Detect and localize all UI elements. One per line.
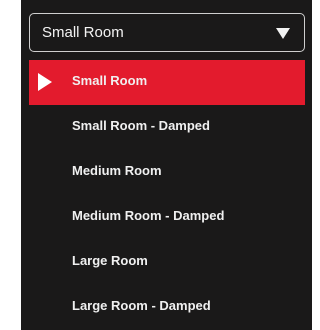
option-small-room[interactable]: Small Room [29, 60, 305, 105]
option-label: Small Room - Damped [72, 118, 210, 133]
option-large-room-damped[interactable]: Large Room - Damped [29, 285, 305, 330]
room-select[interactable]: Small Room [29, 13, 305, 52]
option-label: Medium Room [72, 163, 162, 178]
selected-arrow-icon [38, 73, 52, 91]
selected-value: Small Room [42, 24, 124, 41]
option-small-room-damped[interactable]: Small Room - Damped [29, 105, 305, 150]
option-label: Large Room - Damped [72, 298, 211, 313]
option-label: Small Room [72, 73, 148, 88]
option-large-room[interactable]: Large Room [29, 240, 305, 285]
chevron-down-icon[interactable] [276, 28, 290, 39]
option-label: Large Room [72, 253, 148, 268]
option-label: Medium Room - Damped [72, 208, 225, 223]
option-medium-room-damped[interactable]: Medium Room - Damped [29, 195, 305, 240]
room-options-list: Small Room Small Room - Damped Medium Ro… [29, 60, 305, 330]
page: Small Room Small Room Small Room - Dampe… [0, 0, 312, 330]
option-medium-room[interactable]: Medium Room [29, 150, 305, 195]
